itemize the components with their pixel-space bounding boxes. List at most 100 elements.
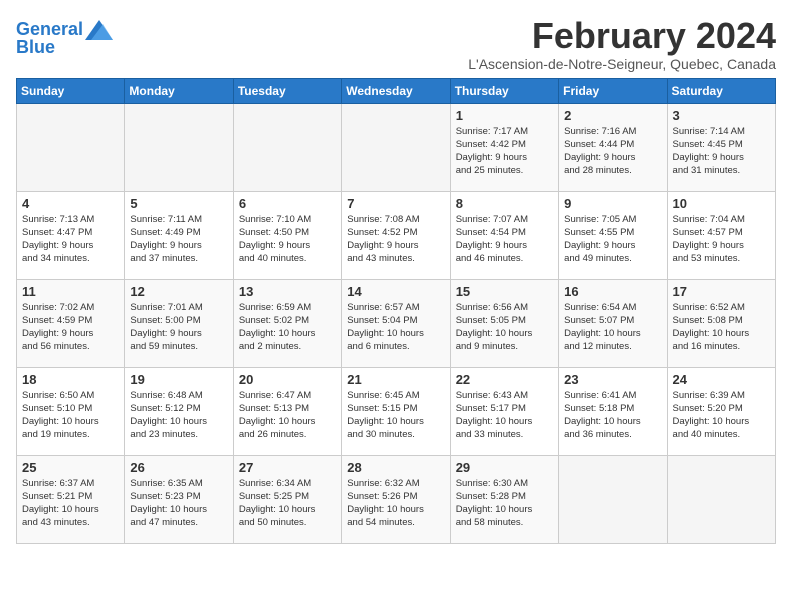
day-number: 18 [22,372,119,387]
day-number: 11 [22,284,119,299]
logo: General Blue [16,20,113,58]
day-number: 23 [564,372,661,387]
calendar-week-row: 18 Sunrise: 6:50 AM Sunset: 5:10 PM Dayli… [17,367,776,455]
day-info: Sunrise: 6:57 AM Sunset: 5:04 PM Dayligh… [347,301,444,354]
day-number: 3 [673,108,770,123]
calendar-cell: 8Sunrise: 7:07 AM Sunset: 4:54 PM Daylig… [450,191,558,279]
day-info: Sunrise: 7:04 AM Sunset: 4:57 PM Dayligh… [673,213,770,266]
day-info: Sunrise: 6:30 AM Sunset: 5:28 PM Dayligh… [456,477,553,530]
calendar-cell: 10 Sunrise: 7:04 AM Sunset: 4:57 PM Dayli… [667,191,775,279]
day-of-week-header: Saturday [667,78,775,103]
calendar-cell: 1 Sunrise: 7:17 AM Sunset: 4:42 PM Daylig… [450,103,558,191]
day-info: Sunrise: 7:05 AM Sunset: 4:55 PM Dayligh… [564,213,661,266]
day-info: Sunrise: 6:34 AM Sunset: 5:25 PM Dayligh… [239,477,336,530]
day-info: Sunrise: 6:45 AM Sunset: 5:15 PM Dayligh… [347,389,444,442]
day-info: Sunrise: 6:41 AM Sunset: 5:18 PM Dayligh… [564,389,661,442]
day-of-week-header: Tuesday [233,78,341,103]
title-block: February 2024 L'Ascension-de-Notre-Seign… [468,16,776,72]
day-info: Sunrise: 7:16 AM Sunset: 4:44 PM Dayligh… [564,125,661,178]
calendar-cell [17,103,125,191]
day-number: 17 [673,284,770,299]
calendar-cell: 11 Sunrise: 7:02 AM Sunset: 4:59 PM Dayli… [17,279,125,367]
calendar-cell: 24Sunrise: 6:39 AM Sunset: 5:20 PM Dayli… [667,367,775,455]
day-info: Sunrise: 6:56 AM Sunset: 5:05 PM Dayligh… [456,301,553,354]
day-info: Sunrise: 6:35 AM Sunset: 5:23 PM Dayligh… [130,477,227,530]
calendar-table: SundayMondayTuesdayWednesdayThursdayFrid… [16,78,776,544]
day-info: Sunrise: 7:13 AM Sunset: 4:47 PM Dayligh… [22,213,119,266]
day-info: Sunrise: 6:47 AM Sunset: 5:13 PM Dayligh… [239,389,336,442]
calendar-cell: 27 Sunrise: 6:34 AM Sunset: 5:25 PM Dayli… [233,455,341,543]
day-info: Sunrise: 7:14 AM Sunset: 4:45 PM Dayligh… [673,125,770,178]
day-of-week-header: Wednesday [342,78,450,103]
calendar-cell: 25 Sunrise: 6:37 AM Sunset: 5:21 PM Dayli… [17,455,125,543]
calendar-week-row: 4 Sunrise: 7:13 AM Sunset: 4:47 PM Daylig… [17,191,776,279]
calendar-cell: 18 Sunrise: 6:50 AM Sunset: 5:10 PM Dayli… [17,367,125,455]
calendar-cell [342,103,450,191]
calendar-cell: 4 Sunrise: 7:13 AM Sunset: 4:47 PM Daylig… [17,191,125,279]
day-info: Sunrise: 7:08 AM Sunset: 4:52 PM Dayligh… [347,213,444,266]
day-of-week-header: Sunday [17,78,125,103]
calendar-cell: 17 Sunrise: 6:52 AM Sunset: 5:08 PM Dayli… [667,279,775,367]
day-number: 27 [239,460,336,475]
day-number: 12 [130,284,227,299]
calendar-cell: 22 Sunrise: 6:43 AM Sunset: 5:17 PM Dayli… [450,367,558,455]
day-info: Sunrise: 7:11 AM Sunset: 4:49 PM Dayligh… [130,213,227,266]
day-info: Sunrise: 7:10 AM Sunset: 4:50 PM Dayligh… [239,213,336,266]
day-number: 10 [673,196,770,211]
calendar-cell: 12 Sunrise: 7:01 AM Sunset: 5:00 PM Dayli… [125,279,233,367]
calendar-cell: 13 Sunrise: 6:59 AM Sunset: 5:02 PM Dayli… [233,279,341,367]
calendar-cell [233,103,341,191]
calendar-cell: 3 Sunrise: 7:14 AM Sunset: 4:45 PM Daylig… [667,103,775,191]
day-info: Sunrise: 6:32 AM Sunset: 5:26 PM Dayligh… [347,477,444,530]
day-number: 5 [130,196,227,211]
day-number: 19 [130,372,227,387]
day-info: Sunrise: 6:39 AM Sunset: 5:20 PM Dayligh… [673,389,770,442]
day-info: Sunrise: 6:43 AM Sunset: 5:17 PM Dayligh… [456,389,553,442]
day-info: Sunrise: 7:02 AM Sunset: 4:59 PM Dayligh… [22,301,119,354]
day-number: 4 [22,196,119,211]
day-number: 25 [22,460,119,475]
day-number: 1 [456,108,553,123]
day-info: Sunrise: 7:01 AM Sunset: 5:00 PM Dayligh… [130,301,227,354]
day-info: Sunrise: 6:50 AM Sunset: 5:10 PM Dayligh… [22,389,119,442]
day-info: Sunrise: 6:54 AM Sunset: 5:07 PM Dayligh… [564,301,661,354]
location-subtitle: L'Ascension-de-Notre-Seigneur, Quebec, C… [468,56,776,72]
calendar-cell: 16Sunrise: 6:54 AM Sunset: 5:07 PM Dayli… [559,279,667,367]
month-title: February 2024 [468,16,776,56]
calendar-week-row: 11 Sunrise: 7:02 AM Sunset: 4:59 PM Dayli… [17,279,776,367]
day-info: Sunrise: 6:48 AM Sunset: 5:12 PM Dayligh… [130,389,227,442]
day-number: 9 [564,196,661,211]
day-number: 29 [456,460,553,475]
day-number: 22 [456,372,553,387]
calendar-cell: 2 Sunrise: 7:16 AM Sunset: 4:44 PM Daylig… [559,103,667,191]
day-number: 21 [347,372,444,387]
calendar-cell: 14Sunrise: 6:57 AM Sunset: 5:04 PM Dayli… [342,279,450,367]
calendar-header-row: SundayMondayTuesdayWednesdayThursdayFrid… [17,78,776,103]
day-info: Sunrise: 7:17 AM Sunset: 4:42 PM Dayligh… [456,125,553,178]
day-info: Sunrise: 6:52 AM Sunset: 5:08 PM Dayligh… [673,301,770,354]
day-info: Sunrise: 6:37 AM Sunset: 5:21 PM Dayligh… [22,477,119,530]
day-of-week-header: Thursday [450,78,558,103]
logo-icon [85,20,113,40]
day-number: 15 [456,284,553,299]
calendar-cell: 21 Sunrise: 6:45 AM Sunset: 5:15 PM Dayli… [342,367,450,455]
day-number: 20 [239,372,336,387]
logo-blue-text: Blue [16,38,113,58]
day-number: 13 [239,284,336,299]
calendar-cell [667,455,775,543]
day-info: Sunrise: 6:59 AM Sunset: 5:02 PM Dayligh… [239,301,336,354]
calendar-cell: 5 Sunrise: 7:11 AM Sunset: 4:49 PM Daylig… [125,191,233,279]
day-of-week-header: Monday [125,78,233,103]
calendar-cell: 29 Sunrise: 6:30 AM Sunset: 5:28 PM Dayli… [450,455,558,543]
day-of-week-header: Friday [559,78,667,103]
day-number: 2 [564,108,661,123]
calendar-cell: 15 Sunrise: 6:56 AM Sunset: 5:05 PM Dayli… [450,279,558,367]
day-number: 28 [347,460,444,475]
calendar-cell [559,455,667,543]
calendar-cell: 6Sunrise: 7:10 AM Sunset: 4:50 PM Daylig… [233,191,341,279]
calendar-cell: 23 Sunrise: 6:41 AM Sunset: 5:18 PM Dayli… [559,367,667,455]
calendar-cell: 20 Sunrise: 6:47 AM Sunset: 5:13 PM Dayli… [233,367,341,455]
calendar-week-row: 25 Sunrise: 6:37 AM Sunset: 5:21 PM Dayli… [17,455,776,543]
calendar-week-row: 1 Sunrise: 7:17 AM Sunset: 4:42 PM Daylig… [17,103,776,191]
page-header: General Blue February 2024 L'Ascension-d… [16,16,776,72]
